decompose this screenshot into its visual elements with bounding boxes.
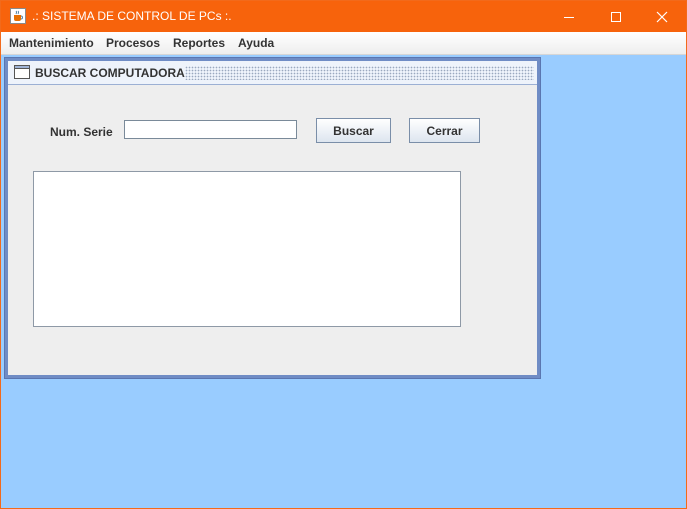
maximize-icon	[611, 11, 621, 22]
minimize-icon	[564, 16, 574, 18]
title-bar-grip	[185, 66, 534, 80]
menu-mantenimiento[interactable]: Mantenimiento	[9, 36, 94, 50]
menu-ayuda[interactable]: Ayuda	[238, 36, 274, 50]
window-icon	[14, 65, 30, 79]
serial-number-label: Num. Serie	[50, 125, 113, 139]
menu-reportes[interactable]: Reportes	[173, 36, 225, 50]
title-bar[interactable]: .: SISTEMA DE CONTROL DE PCs :.	[1, 1, 686, 32]
window-title: .: SISTEMA DE CONTROL DE PCs :.	[32, 9, 232, 23]
search-button[interactable]: Buscar	[316, 118, 391, 143]
desktop-pane: BUSCAR COMPUTADORA Num. Serie Buscar Cer…	[1, 55, 686, 508]
maximize-button[interactable]	[593, 1, 639, 32]
internal-frame-title: BUSCAR COMPUTADORA	[35, 66, 185, 80]
minimize-button[interactable]	[546, 1, 592, 32]
close-icon	[656, 11, 668, 22]
close-button[interactable]	[639, 1, 685, 32]
internal-frame-buscar: BUSCAR COMPUTADORA Num. Serie Buscar Cer…	[4, 57, 541, 379]
menu-procesos[interactable]: Procesos	[106, 36, 160, 50]
java-cup-icon	[10, 8, 26, 24]
results-area[interactable]	[33, 171, 461, 327]
internal-frame-title-bar[interactable]: BUSCAR COMPUTADORA	[8, 61, 537, 85]
menu-bar: Mantenimiento Procesos Reportes Ayuda	[1, 32, 686, 55]
close-frame-button[interactable]: Cerrar	[409, 118, 480, 143]
search-form-panel: Num. Serie Buscar Cerrar	[8, 85, 537, 375]
serial-number-input[interactable]	[124, 120, 297, 139]
main-window: .: SISTEMA DE CONTROL DE PCs :. Mantenim…	[0, 0, 687, 509]
